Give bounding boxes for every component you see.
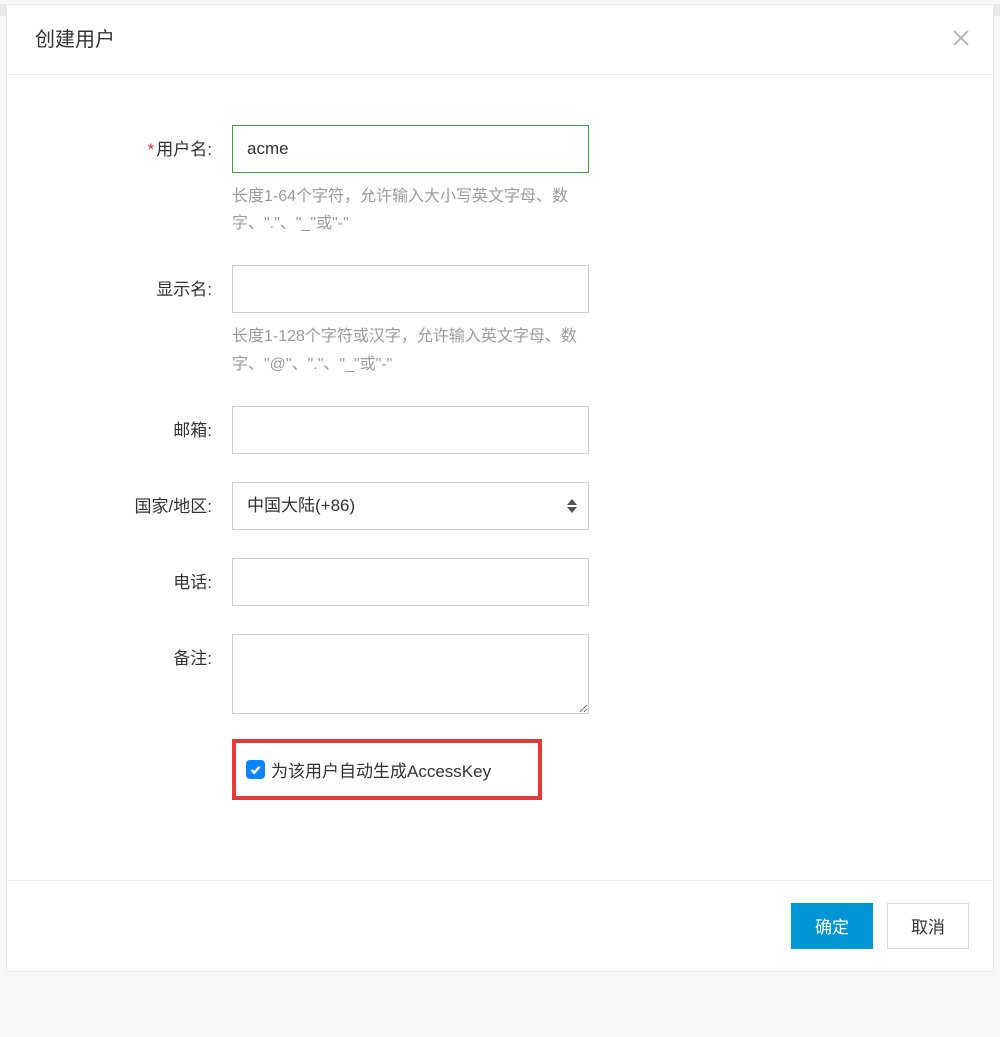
access-key-label: 为该用户自动生成AccessKey — [271, 757, 491, 782]
phone-label-text: 电话: — [173, 573, 212, 592]
email-input[interactable] — [232, 406, 589, 454]
confirm-button[interactable]: 确定 — [791, 903, 873, 949]
close-icon[interactable] — [951, 28, 971, 48]
phone-control — [232, 558, 612, 606]
form-row-phone: 电话: — [67, 558, 933, 606]
remarks-label: 备注: — [67, 634, 232, 669]
username-label-text: 用户名: — [156, 140, 212, 159]
display-name-label-text: 显示名: — [156, 280, 212, 299]
form-row-remarks: 备注: — [67, 634, 933, 719]
dialog-header: 创建用户 — [7, 5, 993, 75]
dialog-body: *用户名: 长度1-64个字符，允许输入大小写英文字母、数字、"."、"_"或"… — [7, 75, 993, 880]
email-control — [232, 406, 612, 454]
username-label: *用户名: — [67, 125, 232, 160]
phone-input[interactable] — [232, 558, 589, 606]
check-icon — [249, 763, 262, 776]
email-label-text: 邮箱: — [173, 421, 212, 440]
country-select[interactable]: 中国大陆(+86) — [232, 482, 589, 530]
country-control: 中国大陆(+86) — [232, 482, 612, 530]
remarks-label-text: 备注: — [173, 649, 212, 668]
country-label-text: 国家/地区: — [135, 497, 212, 516]
remarks-textarea[interactable] — [232, 634, 589, 714]
display-name-control: 长度1-128个字符或汉字，允许输入英文字母、数字、"@"、"."、"_"或"-… — [232, 265, 612, 377]
display-name-help: 长度1-128个字符或汉字，允许输入英文字母、数字、"@"、"."、"_"或"-… — [232, 323, 592, 377]
username-input[interactable] — [232, 125, 589, 173]
username-help: 长度1-64个字符，允许输入大小写英文字母、数字、"."、"_"或"-" — [232, 183, 592, 237]
display-name-label: 显示名: — [67, 265, 232, 300]
cancel-button[interactable]: 取消 — [887, 903, 969, 949]
username-control: 长度1-64个字符，允许输入大小写英文字母、数字、"."、"_"或"-" — [232, 125, 612, 237]
create-user-dialog: 创建用户 *用户名: 长度1-64个字符，允许输入大小写英文字母、数字、"."、… — [6, 4, 994, 972]
display-name-input[interactable] — [232, 265, 589, 313]
country-label: 国家/地区: — [67, 482, 232, 517]
form-row-email: 邮箱: — [67, 406, 933, 454]
dialog-title: 创建用户 — [35, 23, 115, 52]
access-key-highlight: 为该用户自动生成AccessKey — [232, 739, 542, 800]
dialog-footer: 确定 取消 — [7, 880, 993, 971]
access-key-checkbox[interactable] — [246, 760, 265, 779]
remarks-control — [232, 634, 612, 719]
email-label: 邮箱: — [67, 406, 232, 441]
form-row-access-key: 为该用户自动生成AccessKey — [67, 739, 933, 800]
form-row-username: *用户名: 长度1-64个字符，允许输入大小写英文字母、数字、"."、"_"或"… — [67, 125, 933, 237]
phone-label: 电话: — [67, 558, 232, 593]
form-row-country: 国家/地区: 中国大陆(+86) — [67, 482, 933, 530]
form-row-display-name: 显示名: 长度1-128个字符或汉字，允许输入英文字母、数字、"@"、"."、"… — [67, 265, 933, 377]
required-star: * — [148, 140, 155, 159]
